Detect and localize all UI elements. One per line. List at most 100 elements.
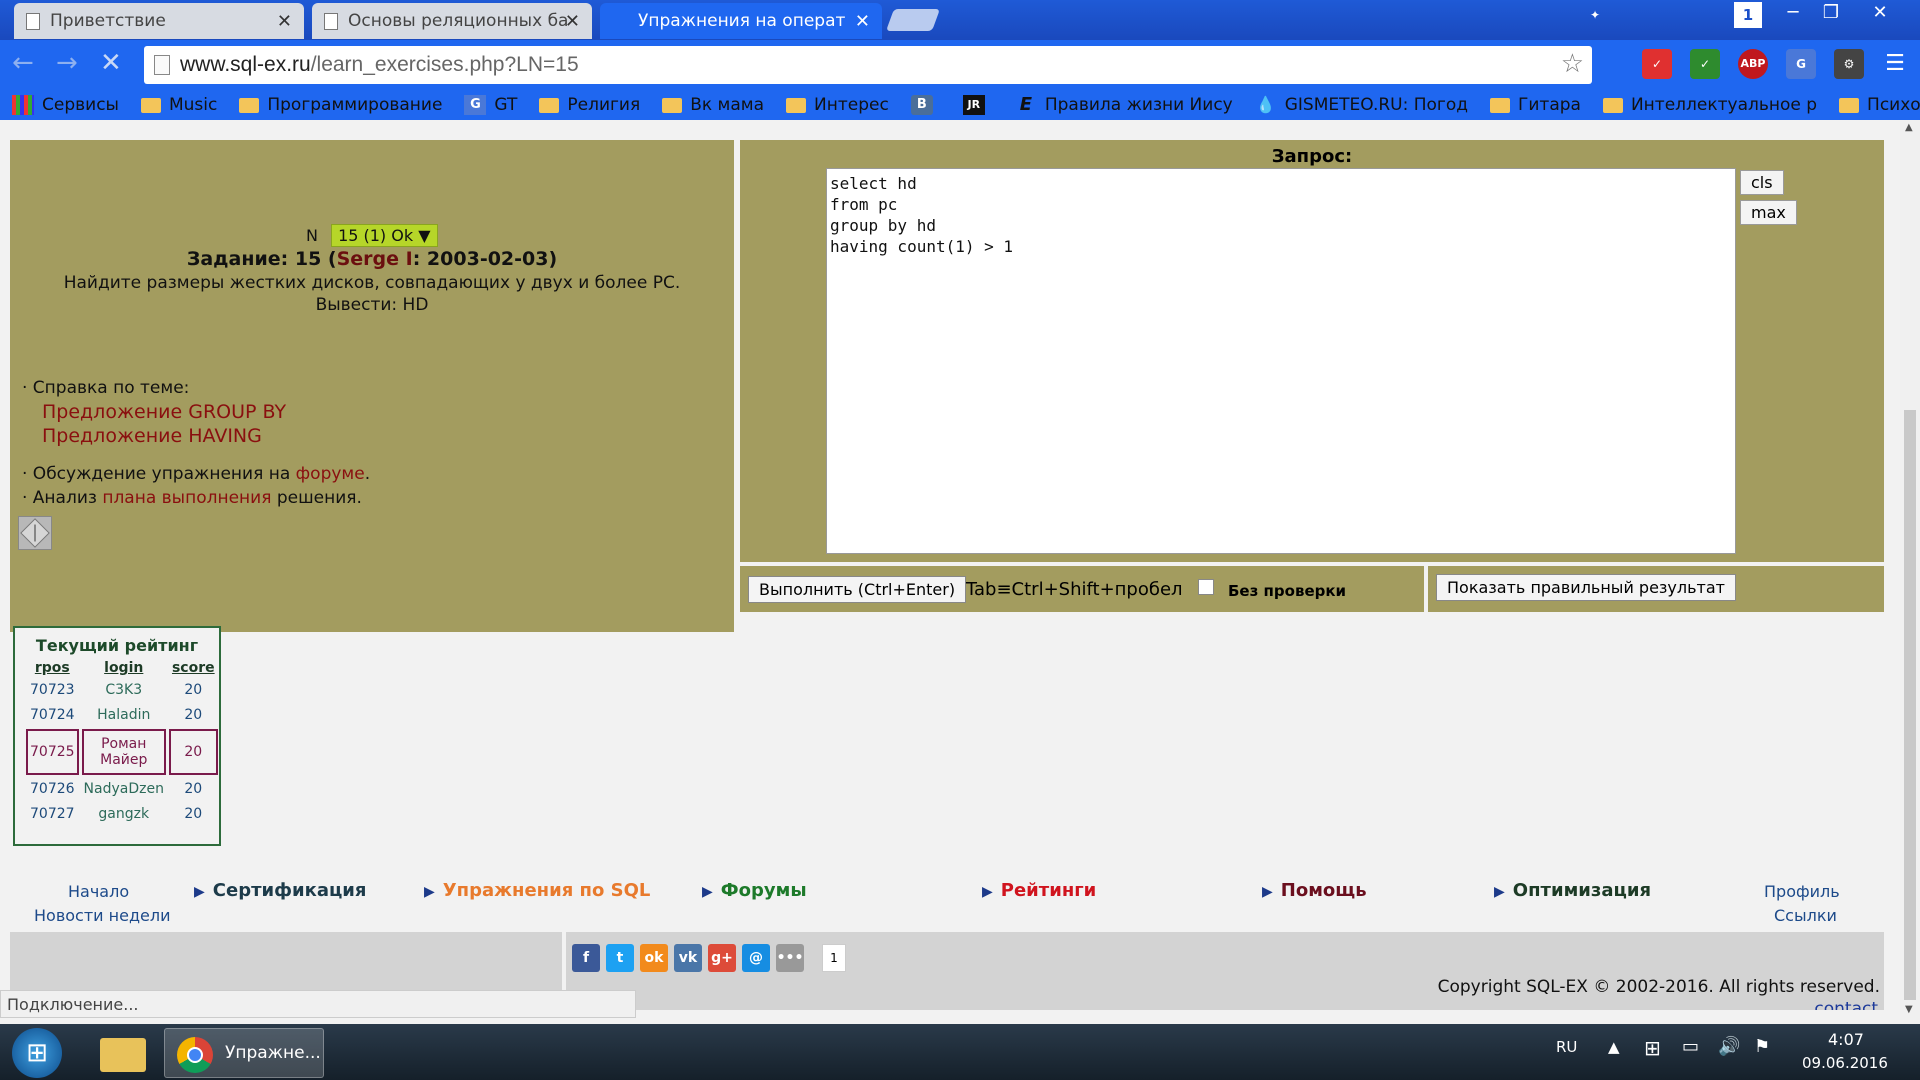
bookmark-psychology[interactable]: Психология <box>1839 95 1920 115</box>
more-share-icon[interactable]: ••• <box>776 944 804 972</box>
clear-button[interactable]: cls <box>1740 170 1784 195</box>
nav-news-link[interactable]: Новости недели <box>34 906 170 925</box>
windows-flag-icon[interactable]: ⊞ <box>1644 1036 1661 1060</box>
rating-login[interactable]: NadyaDzen <box>82 778 166 800</box>
column-header-rpos[interactable]: rpos <box>26 660 79 676</box>
no-check-checkbox[interactable] <box>1198 579 1214 595</box>
address-bar[interactable]: www.sql-ex.ru/learn_exercises.php?LN=15 … <box>144 46 1592 84</box>
adblock-extension-icon[interactable]: ABP <box>1738 49 1768 79</box>
nav-help[interactable]: ▶ Помощь <box>1262 880 1367 901</box>
rating-score: 20 <box>184 781 203 797</box>
query-textarea[interactable]: select hd from pc group by hd having cou… <box>826 168 1736 554</box>
page-scrollbar[interactable]: ▲ ▼ <box>1900 120 1920 1020</box>
twitter-share-icon[interactable]: t <box>606 944 634 972</box>
new-tab-button[interactable] <box>885 9 941 31</box>
show-correct-result-button[interactable]: Показать правильный результат <box>1436 574 1736 601</box>
bookmark-life-rules[interactable]: E Правила жизни Иису <box>1015 95 1233 116</box>
clock-time[interactable]: 4:07 <box>1828 1030 1864 1049</box>
shield-extension-icon[interactable]: ✓ <box>1690 49 1720 79</box>
weather-drop-icon: 💧 <box>1255 95 1276 114</box>
menu-icon[interactable]: ☰ <box>1880 49 1910 79</box>
bookmark-guitar[interactable]: Гитара <box>1490 95 1581 115</box>
execution-plan-link[interactable]: плана выполнения <box>102 488 271 508</box>
bookmark-services[interactable]: Сервисы <box>12 95 119 115</box>
tab-relational-basics[interactable]: Основы реляционных ба ✕ <box>312 3 592 39</box>
network-icon[interactable]: ▭ <box>1682 1036 1699 1057</box>
bookmark-vk-mama[interactable]: Вк мама <box>662 95 764 115</box>
bookmark-star-icon[interactable]: ☆ <box>1561 49 1584 79</box>
nav-ratings[interactable]: ▶ Рейтинги <box>982 880 1096 901</box>
translate-extension-icon[interactable]: G <box>1786 49 1816 79</box>
odnoklassniki-share-icon[interactable]: ok <box>640 944 668 972</box>
nav-exercises[interactable]: ▶ Упражнения по SQL <box>424 880 650 901</box>
close-icon[interactable]: ✕ <box>855 11 870 32</box>
rating-login[interactable]: Haladin <box>82 704 166 726</box>
minimize-button[interactable]: ─ <box>1778 0 1808 26</box>
dropdown-arrow-icon: ▼ <box>418 226 431 245</box>
tab-exercises[interactable]: Упражнения на операт ✕ <box>600 3 882 39</box>
close-window-button[interactable]: ✕ <box>1858 0 1902 26</box>
bookmark-label: Психология <box>1867 95 1920 115</box>
help-link-having[interactable]: Предложение HAVING <box>42 425 262 447</box>
execute-button[interactable]: Выполнить (Ctrl+Enter) <box>748 576 967 603</box>
task-panel: N 15 (1) Ok ▼ Задание: 15 (Serge I: 2003… <box>10 140 734 632</box>
stop-icon[interactable]: ✕ <box>100 48 122 78</box>
nav-profile-link[interactable]: Профиль <box>1764 882 1840 901</box>
nav-start-link[interactable]: Начало <box>68 882 129 901</box>
execute-bar: Выполнить (Ctrl+Enter) Tab≡Ctrl+Shift+пр… <box>740 566 1424 612</box>
bookmark-gismeteo[interactable]: 💧 GISMETEO.RU: Погод <box>1255 95 1468 115</box>
rating-login[interactable]: C3K3 <box>82 679 166 701</box>
close-icon[interactable]: ✕ <box>565 11 580 32</box>
task-number-label: N <box>306 226 318 245</box>
discussion-prefix: · Обсуждение упражнения на <box>22 464 296 484</box>
security-extension-icon[interactable]: ✓ <box>1642 49 1672 79</box>
bookmark-vk[interactable]: B <box>910 95 941 115</box>
folder-icon <box>1602 97 1623 113</box>
action-center-flag-icon[interactable]: ⚑ <box>1754 1036 1770 1057</box>
restore-button[interactable]: ❐ <box>1816 0 1846 26</box>
settings-extension-icon[interactable]: ⚙ <box>1834 49 1864 79</box>
scroll-down-icon[interactable]: ▼ <box>1905 1004 1913 1015</box>
file-explorer-taskbar-item[interactable] <box>94 1028 154 1078</box>
contact-link[interactable]: contact <box>1814 999 1878 1010</box>
bookmark-religion[interactable]: Религия <box>539 95 640 115</box>
rating-login[interactable]: Роман Майер <box>81 729 166 775</box>
googleplus-share-icon[interactable]: g+ <box>708 944 736 972</box>
column-header-score[interactable]: score <box>169 660 218 676</box>
back-arrow-icon[interactable]: ← <box>12 48 34 78</box>
facebook-share-icon[interactable]: f <box>572 944 600 972</box>
scrollbar-thumb[interactable] <box>1904 410 1916 1000</box>
forward-arrow-icon[interactable]: → <box>56 48 78 78</box>
clock-date[interactable]: 09.06.2016 <box>1802 1054 1888 1072</box>
chrome-taskbar-item[interactable]: Упражне... <box>164 1028 324 1078</box>
bookmark-jr[interactable]: JR <box>962 95 993 115</box>
nav-links-link[interactable]: Ссылки <box>1774 906 1837 925</box>
tray-expand-icon[interactable]: ▲ <box>1608 1038 1620 1056</box>
vk-share-icon[interactable]: vk <box>674 944 702 972</box>
tab-title: Приветствие <box>50 11 166 31</box>
close-icon[interactable]: ✕ <box>277 11 292 32</box>
windows-start-button[interactable]: ⊞ <box>12 1028 62 1078</box>
nav-certification[interactable]: ▶ Сертификация <box>194 880 366 901</box>
task-select-dropdown[interactable]: 15 (1) Ok ▼ <box>331 224 438 247</box>
rating-login[interactable]: gangzk <box>82 803 166 825</box>
volume-icon[interactable]: 🔊 <box>1718 1036 1740 1057</box>
bookmark-programming[interactable]: Программирование <box>239 95 442 115</box>
forum-link[interactable]: форуме <box>296 464 365 484</box>
language-indicator[interactable]: RU <box>1556 1038 1577 1056</box>
bookmark-intellectual[interactable]: Интеллектуальное р <box>1602 95 1817 115</box>
bookmark-gt[interactable]: G GT <box>464 95 517 115</box>
help-link-group-by[interactable]: Предложение GROUP BY <box>42 401 286 423</box>
mailru-share-icon[interactable]: @ <box>742 944 770 972</box>
scroll-up-icon[interactable]: ▲ <box>1905 122 1913 133</box>
bookmark-music[interactable]: Music <box>140 95 217 115</box>
maximize-button[interactable]: max <box>1740 200 1797 225</box>
rating-score: 20 <box>168 729 218 775</box>
nav-optimization[interactable]: ▶ Оптимизация <box>1494 880 1651 901</box>
column-header-login[interactable]: login <box>82 660 166 676</box>
nav-forums[interactable]: ▶ Форумы <box>702 880 807 901</box>
bookmark-label: Правила жизни Иису <box>1044 95 1233 115</box>
navigate-diamond-icon[interactable] <box>18 516 52 550</box>
tab-welcome[interactable]: Приветствие ✕ <box>14 3 304 39</box>
bookmark-interest[interactable]: Интерес <box>786 95 889 115</box>
